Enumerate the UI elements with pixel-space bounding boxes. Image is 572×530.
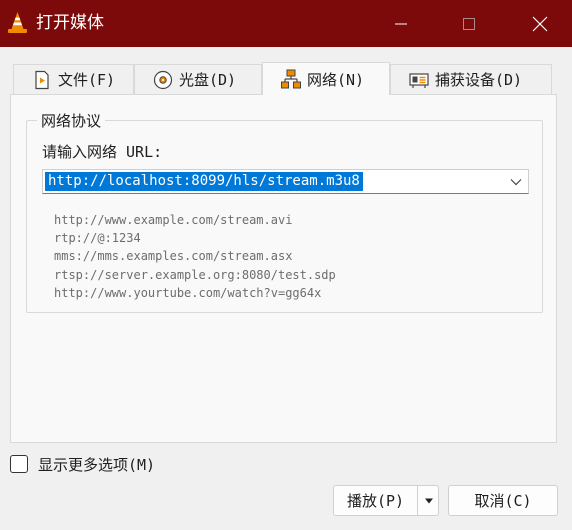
close-icon	[532, 16, 548, 31]
file-play-icon	[35, 70, 49, 89]
network-protocol-group: 网络协议 请输入网络 URL: http://localhost:8099/hl…	[26, 110, 543, 313]
url-combobox[interactable]: http://localhost:8099/hls/stream.m3u8	[42, 169, 529, 194]
play-dropdown-toggle[interactable]	[417, 486, 440, 515]
network-tab-panel: 网络协议 请输入网络 URL: http://localhost:8099/hl…	[10, 94, 557, 443]
group-title: 网络协议	[37, 110, 106, 131]
tab-label: 捕获设备(D)	[435, 71, 523, 89]
capture-card-icon	[409, 72, 429, 88]
play-button[interactable]: 播放(P)	[333, 485, 439, 516]
tab-disc[interactable]: 光盘(D)	[134, 64, 262, 94]
cancel-button[interactable]: 取消(C)	[448, 485, 558, 516]
example-url: rtp://@:1234	[54, 231, 141, 246]
caret-down-icon	[425, 498, 433, 503]
url-label: 请输入网络 URL:	[42, 143, 163, 161]
example-url: http://www.example.com/stream.avi	[54, 213, 293, 227]
example-url: rtsp://server.example.org:8080/test.sdp	[54, 267, 336, 282]
tab-network[interactable]: 网络(N)	[262, 62, 390, 95]
show-more-label[interactable]: 显示更多选项(M)	[38, 454, 155, 475]
example-url: mms://mms.examples.com/stream.asx	[54, 249, 293, 264]
maximize-button[interactable]	[441, 0, 497, 47]
tab-label: 光盘(D)	[179, 71, 237, 89]
minimize-button[interactable]	[373, 0, 429, 47]
title-bar: 打开媒体	[0, 0, 572, 47]
url-examples: http://www.example.com/stream.avi rtp://…	[54, 211, 336, 302]
network-icon	[281, 69, 301, 89]
chevron-down-icon[interactable]	[510, 176, 522, 188]
show-more-options[interactable]: 显示更多选项(M)	[10, 454, 155, 474]
play-button-label[interactable]: 播放(P)	[334, 490, 417, 511]
window-title: 打开媒体	[36, 13, 104, 33]
disc-icon	[153, 70, 173, 89]
close-button[interactable]	[512, 0, 568, 47]
minimize-icon	[395, 23, 407, 24]
maximize-icon	[463, 17, 475, 30]
tab-label: 文件(F)	[58, 71, 116, 89]
show-more-checkbox[interactable]	[10, 455, 28, 473]
tab-label: 网络(N)	[307, 70, 365, 89]
tab-file[interactable]: 文件(F)	[13, 64, 134, 94]
vlc-cone-icon	[8, 12, 27, 33]
url-input[interactable]: http://localhost:8099/hls/stream.m3u8	[45, 172, 363, 191]
tab-capture-device[interactable]: 捕获设备(D)	[390, 64, 552, 94]
example-url: http://www.yourtube.com/watch?v=gg64x	[54, 285, 322, 300]
